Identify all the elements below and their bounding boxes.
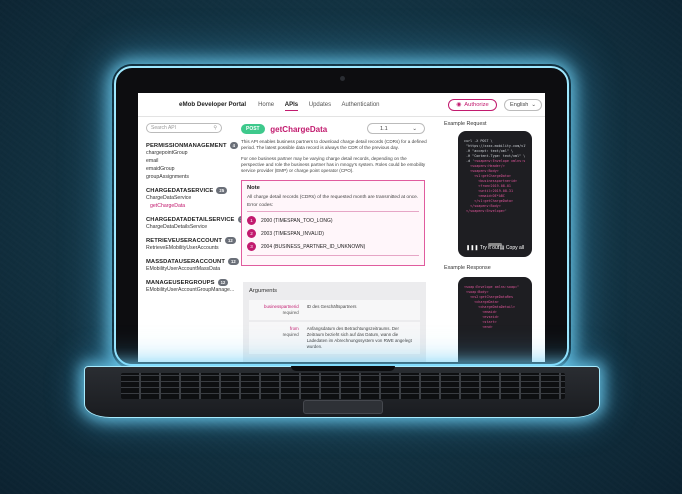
code-number: 1	[247, 216, 256, 225]
code-number: 3	[247, 242, 256, 251]
search-input[interactable]: Search API ⚲	[146, 123, 222, 133]
api-sidebar: Search API ⚲ PERMISSIONMANAGEMENT 4 charg…	[138, 117, 249, 362]
argument-row: from required Anfangsdatum des Betrachtun…	[249, 322, 420, 354]
code-icon: ❚❚❚	[466, 245, 480, 251]
nav-apis[interactable]: APIs	[284, 101, 299, 111]
error-code-row: 1 2000 (TIMESPAN_TOO_LONG)	[247, 216, 419, 225]
sidebar-group[interactable]: RETRIEVEUSERACCOUNT 12	[146, 237, 236, 244]
nav-home[interactable]: Home	[258, 102, 274, 108]
keyboard	[121, 373, 565, 399]
copy-all-button[interactable]: ▤ Copy all	[500, 245, 524, 251]
chevron-down-icon: ⌄	[531, 102, 536, 108]
response-code-block: <soap:Envelope xmlns:soap=" <soap:Body> …	[458, 277, 532, 362]
description-2: For one business partner may be varying …	[241, 156, 426, 173]
code-text: 2004 (BUSINESS_PARTNER_ID_UNKNOWN)	[261, 243, 366, 250]
argument-description: ID des Geschäftspartners	[306, 304, 357, 309]
argument-name: businesspartnerid required	[253, 304, 299, 316]
example-response-label: Example Response	[444, 265, 491, 271]
sidebar-item[interactable]: emaidGroup	[146, 165, 226, 173]
try-it-out-button[interactable]: ❚❚❚ Try it out	[466, 245, 499, 251]
example-request-label: Example Request	[444, 121, 487, 127]
divider	[247, 211, 419, 212]
request-code: curl -X POST \ "https://xxxx.mobility.co…	[464, 139, 526, 213]
argument-row: businesspartnerid required ID des Geschäf…	[249, 300, 420, 320]
code-number: 2	[247, 229, 256, 238]
argument-description: Anfangsdatum des Betrachtungszeitraums. …	[306, 326, 412, 349]
divider	[247, 255, 419, 256]
sidebar-group-label: MASSDATAUSERACCOUNT	[146, 258, 225, 265]
request-code-block: curl -X POST \ "https://xxxx.mobility.co…	[458, 131, 532, 257]
note-text: All charge detail records (CDRs) of the …	[247, 195, 419, 200]
error-code-row: 2 2003 (TIMESPAN_INVALID)	[247, 229, 419, 238]
lock-icon: ◉	[456, 102, 462, 108]
note-heading: Note	[247, 185, 260, 191]
sidebar-item[interactable]: EMobilityUserAccountGroupManage...	[146, 286, 234, 294]
laptop-screen: eMob Developer Portal Home APIs Updates …	[138, 93, 545, 362]
sidebar-group-label: PERMISSIONMANAGEMENT	[146, 142, 227, 149]
arguments-heading: Arguments	[249, 288, 278, 294]
argument-name: from required	[253, 326, 299, 350]
error-code-row: 3 2004 (BUSINESS_PARTNER_ID_UNKNOWN)	[247, 242, 419, 251]
sidebar-group-label: CHARGEDATADETAILSERVICE	[146, 216, 235, 223]
hinge-notch	[291, 366, 395, 371]
sidebar-item[interactable]: chargepointGroup	[146, 149, 226, 157]
top-nav: eMob Developer Portal Home APIs Updates …	[138, 93, 545, 117]
sidebar-group[interactable]: MANAGEUSERGROUPS 12	[146, 279, 229, 286]
request-actions: ❚❚❚ Try it out ▤ Copy all	[466, 245, 524, 251]
sidebar-group-label: RETRIEVEUSERACCOUNT	[146, 237, 222, 244]
sidebar-item[interactable]: getChargeData	[146, 202, 226, 210]
sidebar-item[interactable]: EMobilityUserAccountMassData	[146, 265, 226, 273]
sidebar-group[interactable]: MASSDATAUSERACCOUNT 12	[146, 258, 239, 265]
error-codes-label: Error codes:	[247, 203, 274, 208]
authorize-button[interactable]: ◉ Authorize	[448, 99, 497, 111]
response-code: <soap:Envelope xmlns:soap=" <soap:Body> …	[464, 285, 520, 329]
arguments-panel: Arguments businesspartnerid required ID d…	[243, 282, 426, 362]
sidebar-item[interactable]: ChargeDataService	[146, 194, 226, 202]
sidebar-item[interactable]: groupAssignments	[146, 173, 226, 181]
examples-panel: Example Request curl -X POST \ "https://…	[444, 117, 545, 362]
sidebar-item[interactable]: ChargeDataDetailsService	[146, 223, 226, 231]
search-icon: ⚲	[213, 125, 217, 131]
sidebar-item[interactable]: RetrieveEMobilityUserAccounts	[146, 244, 226, 252]
code-text: 2003 (TIMESPAN_INVALID)	[261, 230, 324, 237]
camera	[340, 76, 345, 81]
laptop-base	[84, 366, 600, 418]
nav-updates[interactable]: Updates	[309, 102, 331, 108]
laptop-bezel: eMob Developer Portal Home APIs Updates …	[114, 66, 569, 366]
count-badge: 12	[217, 279, 229, 286]
sidebar-item[interactable]: email	[146, 157, 226, 165]
method-badge: POST	[241, 124, 265, 134]
required-label: required	[282, 332, 299, 337]
note-box: Note All charge detail records (CDRs) of…	[241, 180, 425, 266]
count-badge: 25	[216, 187, 228, 194]
endpoint-title: getChargeData	[270, 124, 328, 134]
endpoint-main: POST getChargeData 1.1 ⌄ This API enable…	[235, 117, 435, 362]
nav-authentication[interactable]: Authentication	[341, 102, 379, 108]
sidebar-group[interactable]: CHARGEDATADETAILSERVICE 24	[146, 216, 249, 223]
required-label: required	[282, 310, 299, 315]
language-select[interactable]: English ⌄	[504, 99, 542, 111]
trackpad	[303, 400, 383, 414]
brand-logo[interactable]: eMob Developer Portal	[179, 101, 246, 108]
sidebar-group[interactable]: CHARGEDATASERVICE 25	[146, 187, 228, 194]
sidebar-group[interactable]: PERMISSIONMANAGEMENT 4	[146, 142, 239, 149]
code-text: 2000 (TIMESPAN_TOO_LONG)	[261, 217, 333, 224]
description-1: This API enables business partners to do…	[241, 139, 427, 150]
chevron-down-icon: ⌄	[412, 125, 417, 132]
nav-links: Home APIs Updates Authentication	[258, 101, 388, 111]
sidebar-group-label: CHARGEDATASERVICE	[146, 187, 214, 194]
sidebar-group-label: MANAGEUSERGROUPS	[146, 279, 215, 286]
version-select[interactable]: 1.1 ⌄	[367, 123, 425, 134]
